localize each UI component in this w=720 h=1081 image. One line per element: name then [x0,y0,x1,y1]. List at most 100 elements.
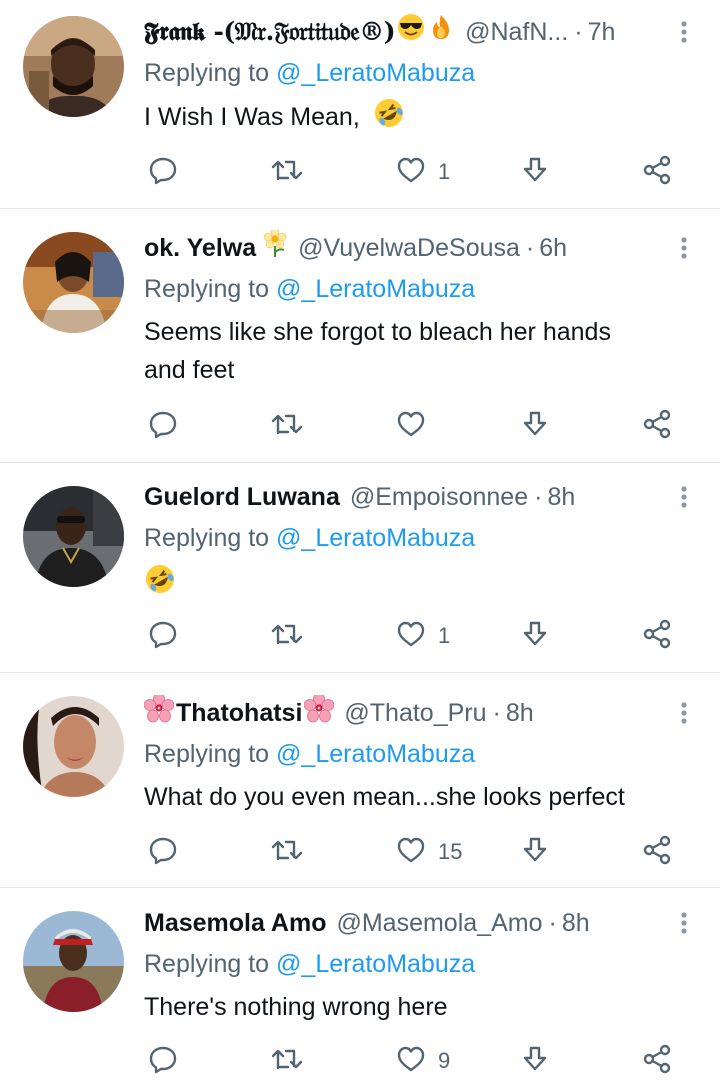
like-icon [396,409,426,444]
separator: · [525,234,535,262]
like-icon [396,155,426,190]
more-icon[interactable] [676,905,692,941]
retweet-button[interactable] [271,616,303,656]
replying-to: Replying to @_LeratoMabuza [144,736,475,772]
tweet-actions: 1 [0,152,720,192]
share-icon [642,1044,672,1079]
reply-button[interactable] [148,832,178,872]
tweet-text: What do you even mean...she looks perfec… [144,778,694,816]
timestamp[interactable]: 6h [539,230,567,266]
timestamp[interactable]: 7h [588,14,616,50]
reply-button[interactable] [148,406,178,446]
avatar[interactable] [23,486,124,587]
bookmark-button[interactable] [520,152,550,192]
more-icon[interactable] [676,695,692,731]
timestamp[interactable]: 8h [562,905,590,941]
sunglasses-emoji [397,14,425,50]
share-button[interactable] [642,832,672,872]
reply-button[interactable] [148,616,178,656]
tweet[interactable]: 𝕱𝖗𝖆𝖓𝖐 -(𝔐𝔯.𝔉𝔬𝔯𝔱𝔦𝔱𝔲𝔡𝔢®) @NafN... · 7h Rep… [0,0,720,209]
mention-link[interactable]: @_LeratoMabuza [276,524,475,552]
reply-icon [148,835,178,870]
avatar[interactable] [23,911,124,1012]
author-name[interactable]: Thatohatsi [176,695,302,731]
separator: · [492,699,501,727]
replying-label: Replying to [144,524,270,552]
more-icon[interactable] [676,230,692,266]
bookmark-button[interactable] [520,832,550,872]
author-handle[interactable]: @VuyelwaDeSousa [298,230,520,266]
reply-icon [148,1044,178,1079]
tweet[interactable]: Masemola Amo @Masemola_Amo · 8h Replying… [0,888,720,1080]
more-icon[interactable] [676,14,692,50]
share-button[interactable] [642,1041,672,1081]
download-arrow-icon [520,409,550,444]
hibiscus-emoji [304,695,335,731]
author-name[interactable]: 𝕱𝖗𝖆𝖓𝖐 -(𝔐𝔯.𝔉𝔬𝔯𝔱𝔦𝔱𝔲𝔡𝔢®) [144,14,396,50]
tweet[interactable]: Thatohatsi @Thato_Pru · 8h Replying to @… [0,673,720,888]
retweet-button[interactable] [271,832,303,872]
author-handle[interactable]: @Masemola_Amo [336,905,542,941]
share-icon [642,155,672,190]
tweet-text: I Wish I Was Mean, [144,97,694,140]
author-name[interactable]: Masemola Amo [144,905,326,941]
replying-to: Replying to @_LeratoMabuza [144,271,475,307]
bookmark-button[interactable] [520,616,550,656]
like-button[interactable] [396,406,438,446]
timestamp[interactable]: 8h [506,695,534,731]
like-count: 9 [438,1048,451,1073]
like-button[interactable]: 15 [396,832,462,872]
retweet-button[interactable] [271,406,303,446]
replying-to: Replying to @_LeratoMabuza [144,520,475,556]
retweet-icon [271,155,303,190]
share-button[interactable] [642,152,672,192]
more-icon[interactable] [676,479,692,515]
mention-link[interactable]: @_LeratoMabuza [276,950,475,978]
fire-emoji [427,14,455,50]
tweet-actions: 1 [0,616,720,656]
replying-to: Replying to @_LeratoMabuza [144,946,475,982]
author-name[interactable]: ok. Yelwa [144,230,256,266]
reply-icon [148,409,178,444]
retweet-button[interactable] [271,1041,303,1081]
retweet-icon [271,835,303,870]
tweet[interactable]: ok. Yelwa @VuyelwaDeSousa · 6h Replying … [0,209,720,463]
tweet-text: Seems like she forgot to bleach her hand… [144,313,694,389]
tweet-text-content: I Wish I Was Mean, [144,103,360,132]
avatar[interactable] [23,232,124,333]
retweet-icon [271,619,303,654]
rofl-emoji [373,97,405,140]
replying-label: Replying to [144,950,270,978]
retweet-icon [271,1044,303,1079]
reply-button[interactable] [148,1041,178,1081]
tweet-text-line: and feet [144,356,235,384]
like-icon [396,835,426,870]
like-button[interactable]: 1 [396,616,450,656]
avatar[interactable] [23,16,124,117]
retweet-button[interactable] [271,152,303,192]
reply-button[interactable] [148,152,178,192]
author-handle[interactable]: @Thato_Pru [344,695,486,731]
author-handle[interactable]: @NafN... [465,14,568,50]
tweet-actions: 9 [0,1041,720,1081]
share-icon [642,835,672,870]
avatar[interactable] [23,696,124,797]
bookmark-button[interactable] [520,1041,550,1081]
like-button[interactable]: 9 [396,1041,450,1081]
author-name[interactable]: Guelord Luwana [144,479,340,515]
tweet[interactable]: Guelord Luwana @Empoisonnee · 8h Replyin… [0,463,720,673]
mention-link[interactable]: @_LeratoMabuza [276,740,475,768]
download-arrow-icon [520,155,550,190]
tweet-actions: 15 [0,832,720,872]
download-arrow-icon [520,835,550,870]
like-button[interactable]: 1 [396,152,450,192]
download-arrow-icon [520,619,550,654]
bookmark-button[interactable] [520,406,550,446]
mention-link[interactable]: @_LeratoMabuza [276,59,475,87]
share-button[interactable] [642,616,672,656]
share-button[interactable] [642,406,672,446]
mention-link[interactable]: @_LeratoMabuza [276,275,475,303]
author-handle[interactable]: @Empoisonnee [350,479,528,515]
timestamp[interactable]: 8h [547,479,575,515]
like-count: 1 [438,159,451,184]
